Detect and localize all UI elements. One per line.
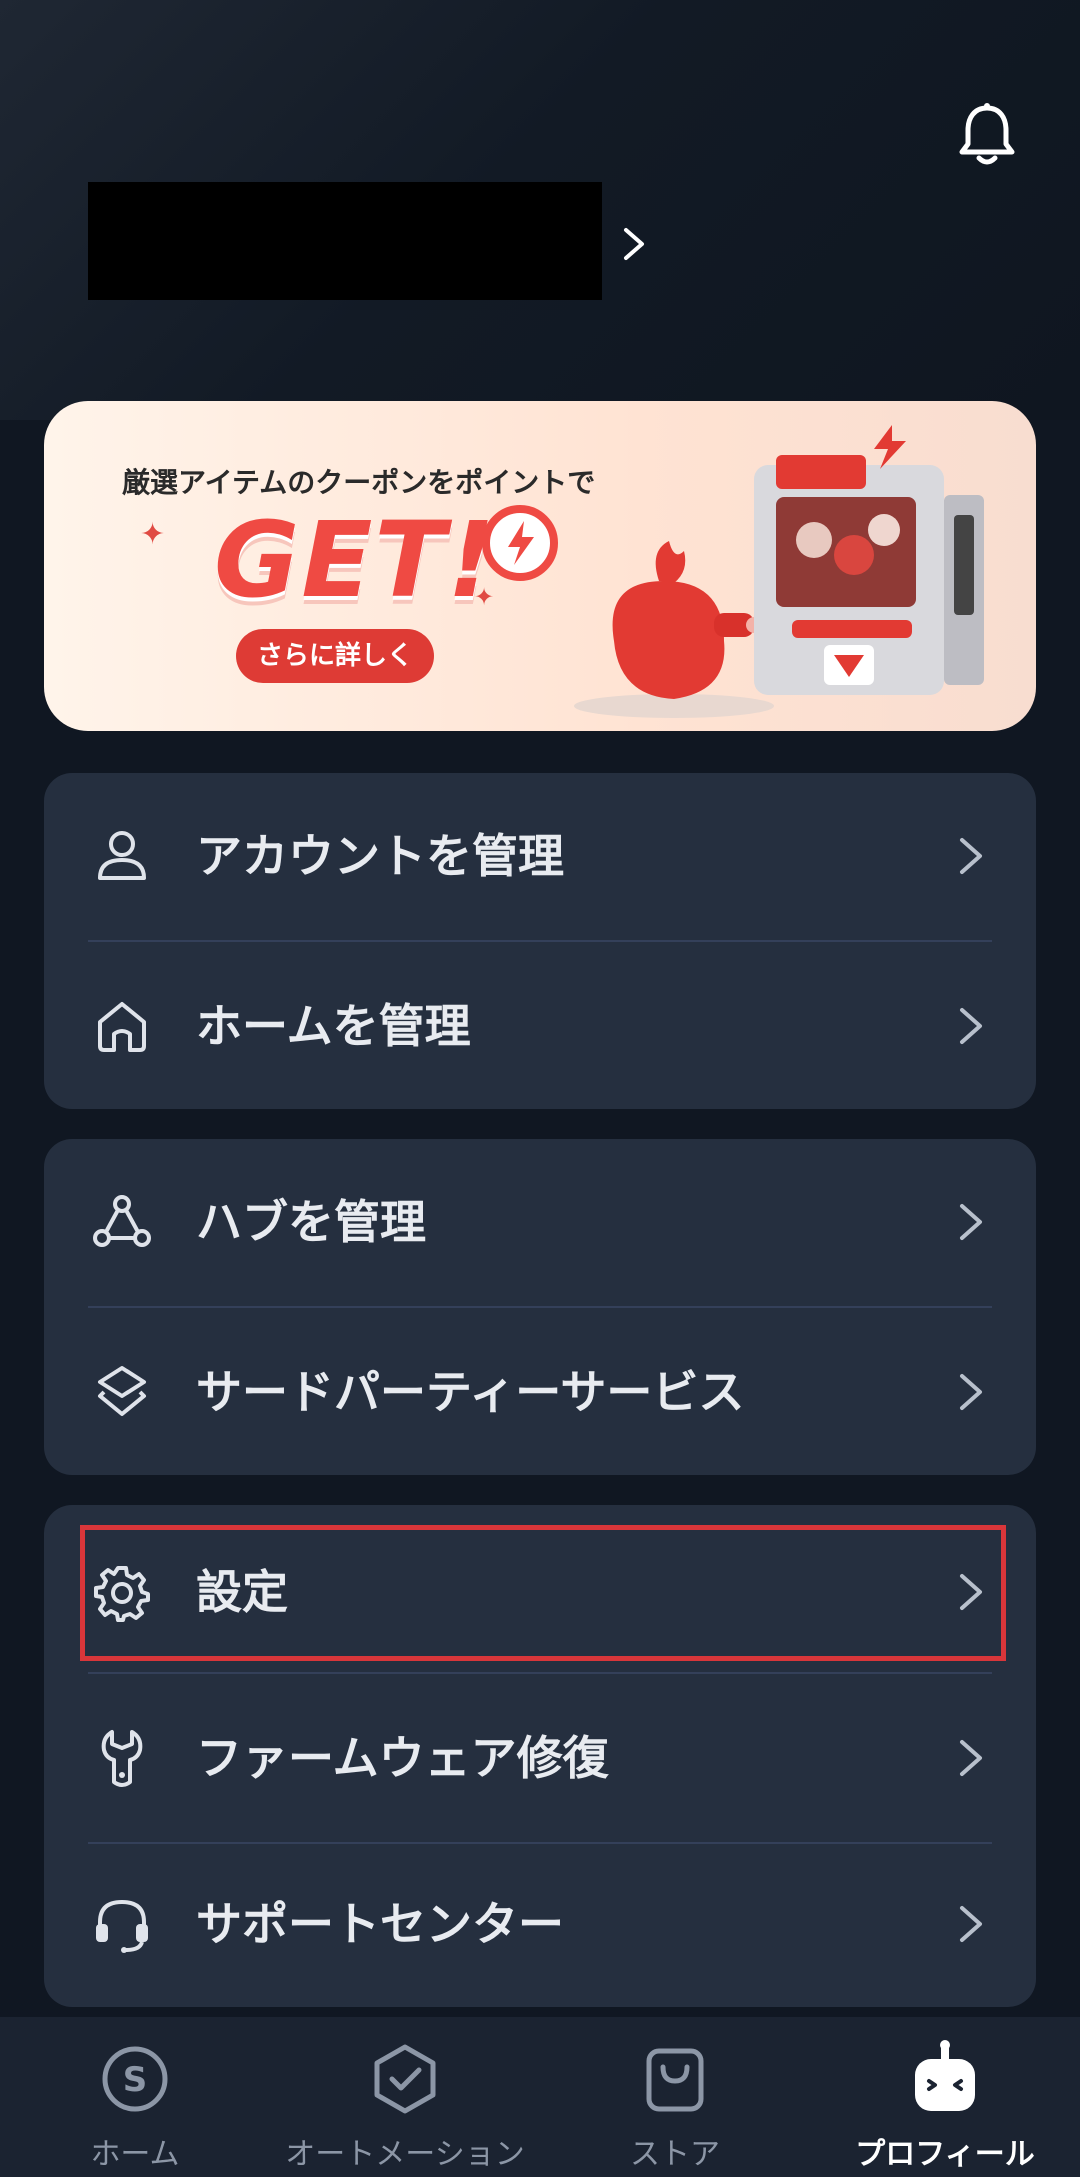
store-bag-icon xyxy=(646,2048,704,2112)
banner-headline: GET! xyxy=(214,499,497,621)
smart-s-icon: S xyxy=(102,2046,168,2112)
divider xyxy=(88,940,992,942)
chevron-right-icon xyxy=(960,1574,982,1610)
menu-item-label: ファームウェア修復 xyxy=(196,1731,609,1785)
menu-item-manage-home[interactable]: ホームを管理 xyxy=(44,943,1036,1109)
menu-item-label: ホームを管理 xyxy=(196,999,471,1053)
bell-icon[interactable] xyxy=(950,98,1024,172)
robot-profile-icon xyxy=(915,2040,975,2111)
menu-item-label: サードパーティーサービス xyxy=(196,1365,745,1419)
chevron-right-icon xyxy=(960,1008,982,1044)
menu-item-label: ハブを管理 xyxy=(196,1195,426,1249)
user-icon xyxy=(98,831,146,880)
menu-item-third-party-services[interactable]: サードパーティーサービス xyxy=(44,1309,1036,1475)
divider xyxy=(88,1306,992,1308)
gear-icon xyxy=(94,1566,150,1622)
settings-support-card: 設定 ファームウェア修復 サポートセンター xyxy=(44,1505,1036,2007)
home-icon xyxy=(98,1002,146,1052)
nav-label: オートメーション xyxy=(285,2137,525,2172)
nav-label: ホーム xyxy=(90,2137,180,2172)
account-home-card: アカウントを管理 ホームを管理 xyxy=(44,773,1036,1109)
nav-tab-home[interactable]: S ホーム xyxy=(30,2017,240,2177)
chevron-right-icon xyxy=(960,1204,982,1240)
gacha-machine-illustration xyxy=(754,425,984,695)
layers-icon xyxy=(98,1366,146,1416)
menu-item-label: アカウントを管理 xyxy=(196,829,564,883)
chevron-right-icon[interactable] xyxy=(618,224,652,264)
nav-tab-automation[interactable]: オートメーション xyxy=(270,2017,540,2177)
nav-tab-store[interactable]: ストア xyxy=(575,2017,775,2177)
menu-item-manage-account[interactable]: アカウントを管理 xyxy=(44,773,1036,939)
sparkle-icon: ✦ xyxy=(140,517,166,552)
chevron-right-icon xyxy=(960,1740,982,1776)
automation-icon xyxy=(374,2044,436,2114)
hub-icon xyxy=(93,1195,151,1247)
divider xyxy=(88,1672,992,1674)
menu-item-label: 設定 xyxy=(196,1565,288,1619)
nav-tab-profile[interactable]: プロフィール xyxy=(835,2017,1055,2177)
menu-item-support-center[interactable]: サポートセンター xyxy=(44,1841,1036,2007)
chevron-right-icon xyxy=(960,1906,982,1942)
menu-item-settings[interactable]: 設定 xyxy=(44,1509,1036,1675)
banner-subtitle: 厳選アイテムのクーポンをポイントで xyxy=(122,466,596,499)
promo-banner[interactable]: 厳選アイテムのクーポンをポイントで ✦ ✦ GET! さらに詳しく xyxy=(44,401,1036,731)
nav-label: ストア xyxy=(630,2137,720,2172)
menu-item-firmware-repair[interactable]: ファームウェア修復 xyxy=(44,1675,1036,1841)
lightning-coin-icon xyxy=(482,505,558,581)
nav-label: プロフィール xyxy=(855,2137,1035,2172)
chevron-right-icon xyxy=(960,1374,982,1410)
chevron-right-icon xyxy=(960,838,982,874)
wrench-icon xyxy=(101,1730,143,1787)
learn-more-button[interactable]: さらに詳しく xyxy=(236,629,434,683)
profile-name-redacted[interactable] xyxy=(88,182,602,300)
svg-text:S: S xyxy=(123,2060,148,2100)
hub-services-card: ハブを管理 サードパーティーサービス xyxy=(44,1139,1036,1475)
headset-icon xyxy=(96,1899,148,1953)
menu-item-manage-hub[interactable]: ハブを管理 xyxy=(44,1139,1036,1305)
menu-item-label: サポートセンター xyxy=(196,1897,564,1951)
bottom-navigation: S ホーム オートメーション ストア プロフィール xyxy=(0,2017,1080,2177)
